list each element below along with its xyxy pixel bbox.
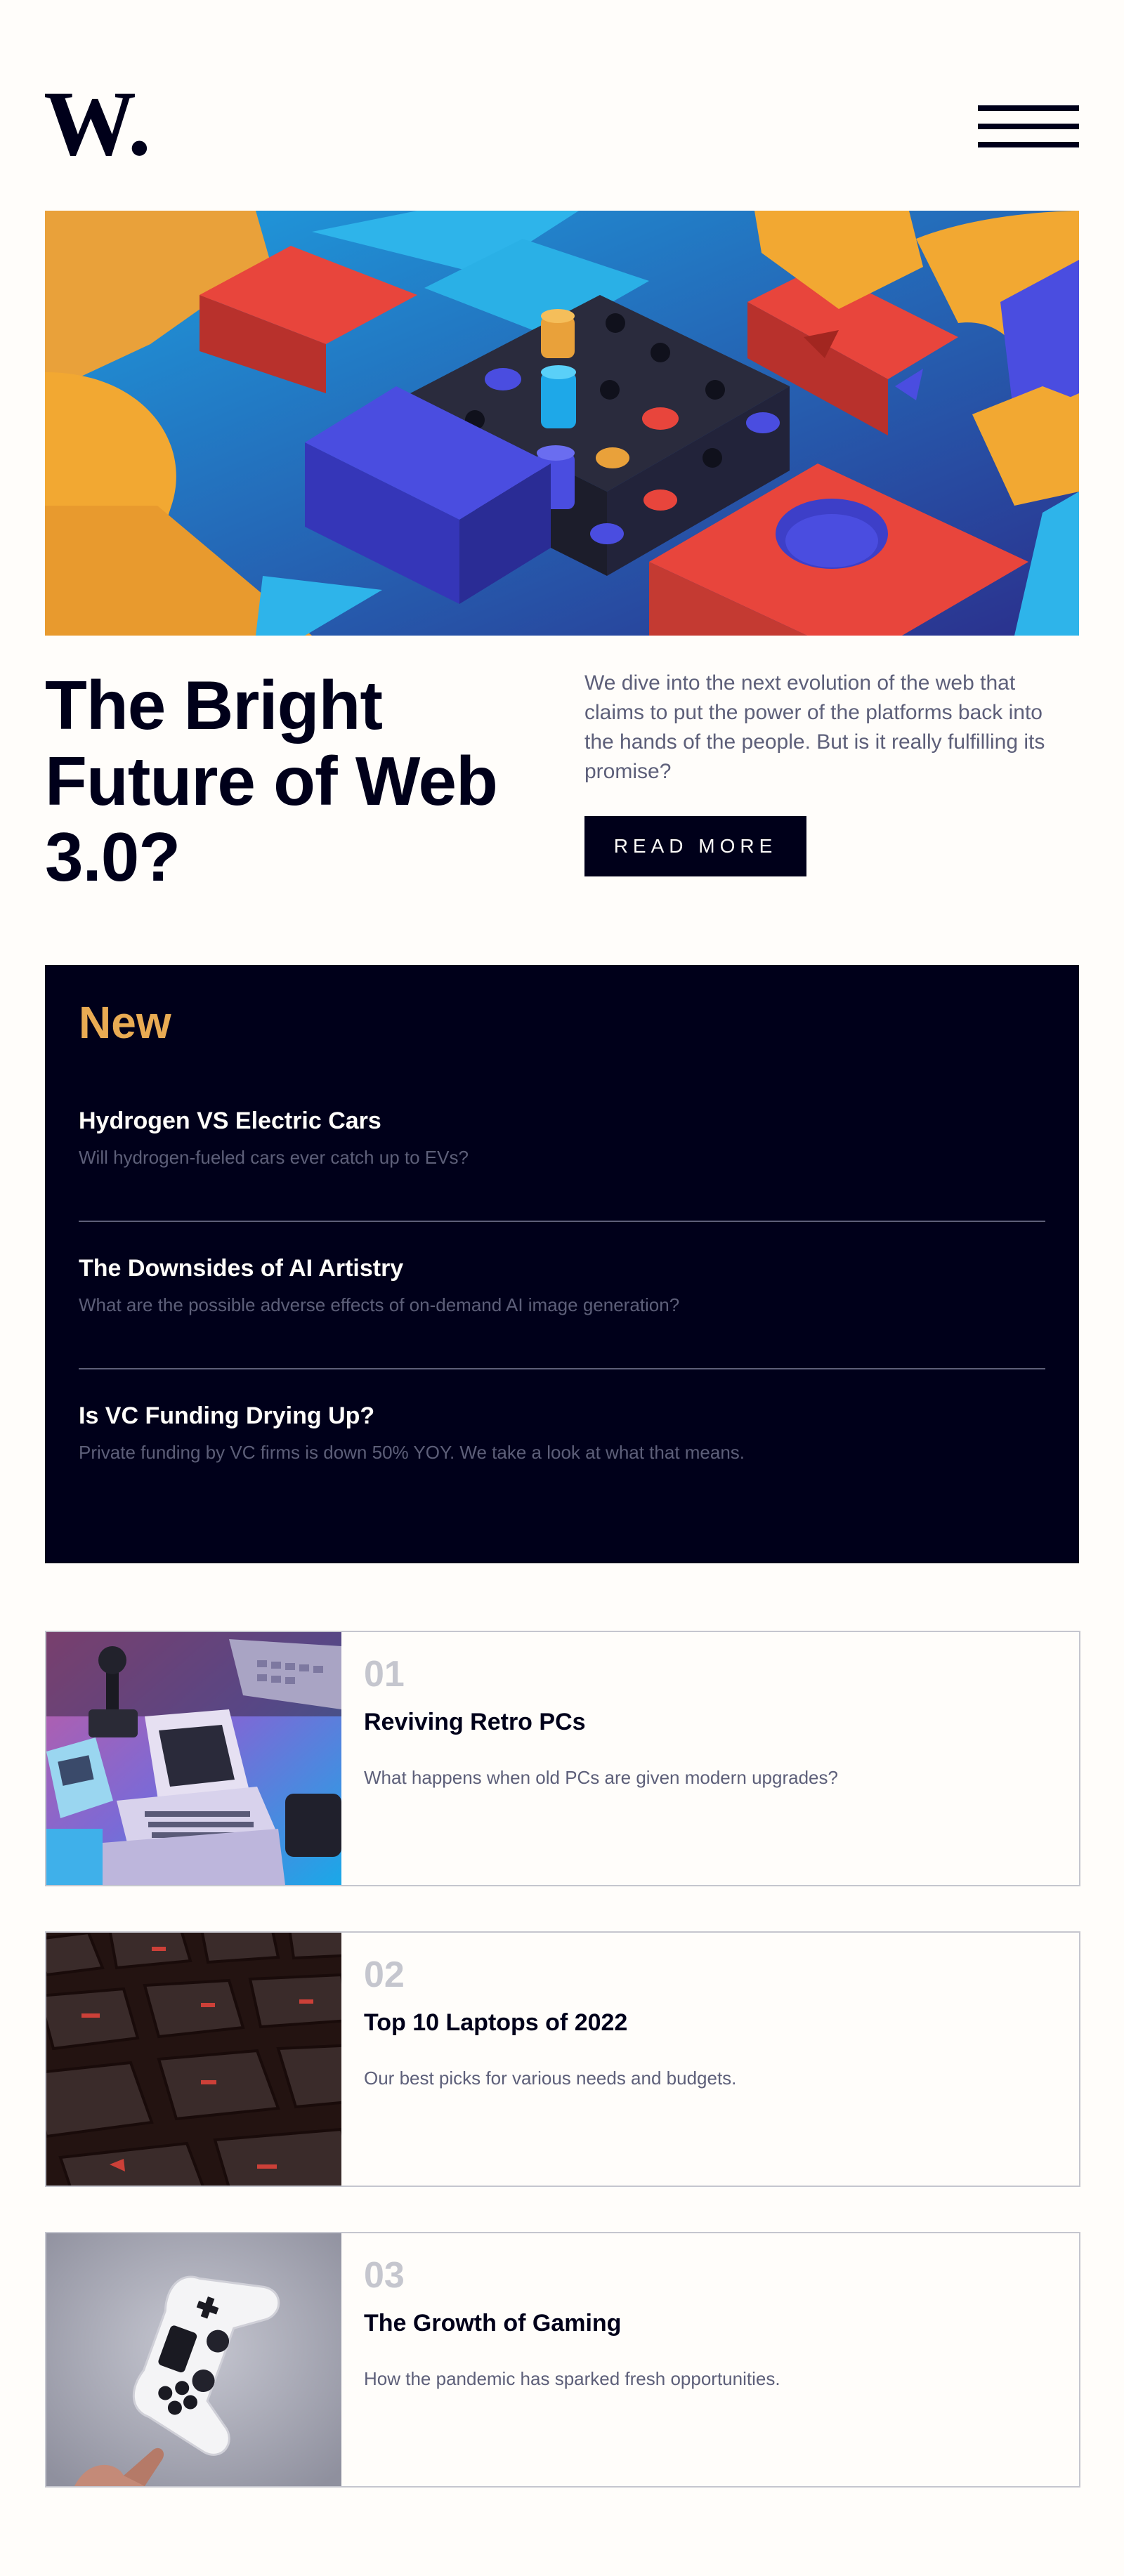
new-list-item: Hydrogen VS Electric Cars Will hydrogen-… (79, 1105, 1045, 1170)
site-header: W. (45, 87, 1079, 166)
article-card: 01 Reviving Retro PCs What happens when … (45, 1631, 1080, 1886)
new-heading: New (79, 997, 171, 1048)
new-item-title[interactable]: Hydrogen VS Electric Cars (79, 1105, 1045, 1136)
hero-description: We dive into the next evolution of the w… (584, 671, 1045, 783)
divider (79, 1368, 1045, 1369)
svg-text:W.: W. (45, 87, 151, 164)
hero-image (45, 211, 1079, 636)
article-title[interactable]: Top 10 Laptops of 2022 (364, 2007, 627, 2038)
retro-pc-image[interactable] (46, 1632, 341, 1885)
article-number: 03 (364, 2255, 405, 2296)
w-logo-icon: W. (45, 87, 151, 164)
new-item-description: Private funding by VC firms is down 50% … (79, 1442, 745, 1463)
new-list-item: Is VC Funding Drying Up? Private funding… (79, 1400, 1045, 1465)
read-more-button[interactable]: READ MORE (584, 816, 806, 876)
game-controller-image[interactable] (46, 2233, 341, 2486)
new-item-description: What are the possible adverse effects of… (79, 1294, 680, 1315)
hamburger-menu-icon[interactable] (978, 105, 1079, 147)
article-number: 02 (364, 1954, 405, 1995)
article-description: How the pandemic has sparked fresh oppor… (364, 2368, 780, 2389)
article-title[interactable]: The Growth of Gaming (364, 2308, 621, 2339)
article-number: 01 (364, 1654, 405, 1695)
new-articles-panel: New Hydrogen VS Electric Cars Will hydro… (45, 965, 1079, 1563)
new-item-title[interactable]: Is VC Funding Drying Up? (79, 1400, 1045, 1431)
logo[interactable]: W. (45, 87, 161, 164)
article-card: 03 The Growth of Gaming How the pandemic… (45, 2232, 1080, 2488)
divider (79, 1221, 1045, 1222)
article-title[interactable]: Reviving Retro PCs (364, 1707, 586, 1737)
new-list-item: The Downsides of AI Artistry What are th… (79, 1253, 1045, 1317)
laptop-keyboard-image[interactable] (46, 1933, 341, 2186)
hero-title: The Bright Future of Web 3.0? (45, 666, 498, 895)
new-item-description: Will hydrogen-fueled cars ever catch up … (79, 1147, 469, 1168)
article-description: What happens when old PCs are given mode… (364, 1767, 838, 1788)
article-card: 02 Top 10 Laptops of 2022 Our best picks… (45, 1931, 1080, 2187)
article-description: Our best picks for various needs and bud… (364, 2068, 737, 2089)
new-item-title[interactable]: The Downsides of AI Artistry (79, 1253, 1045, 1284)
